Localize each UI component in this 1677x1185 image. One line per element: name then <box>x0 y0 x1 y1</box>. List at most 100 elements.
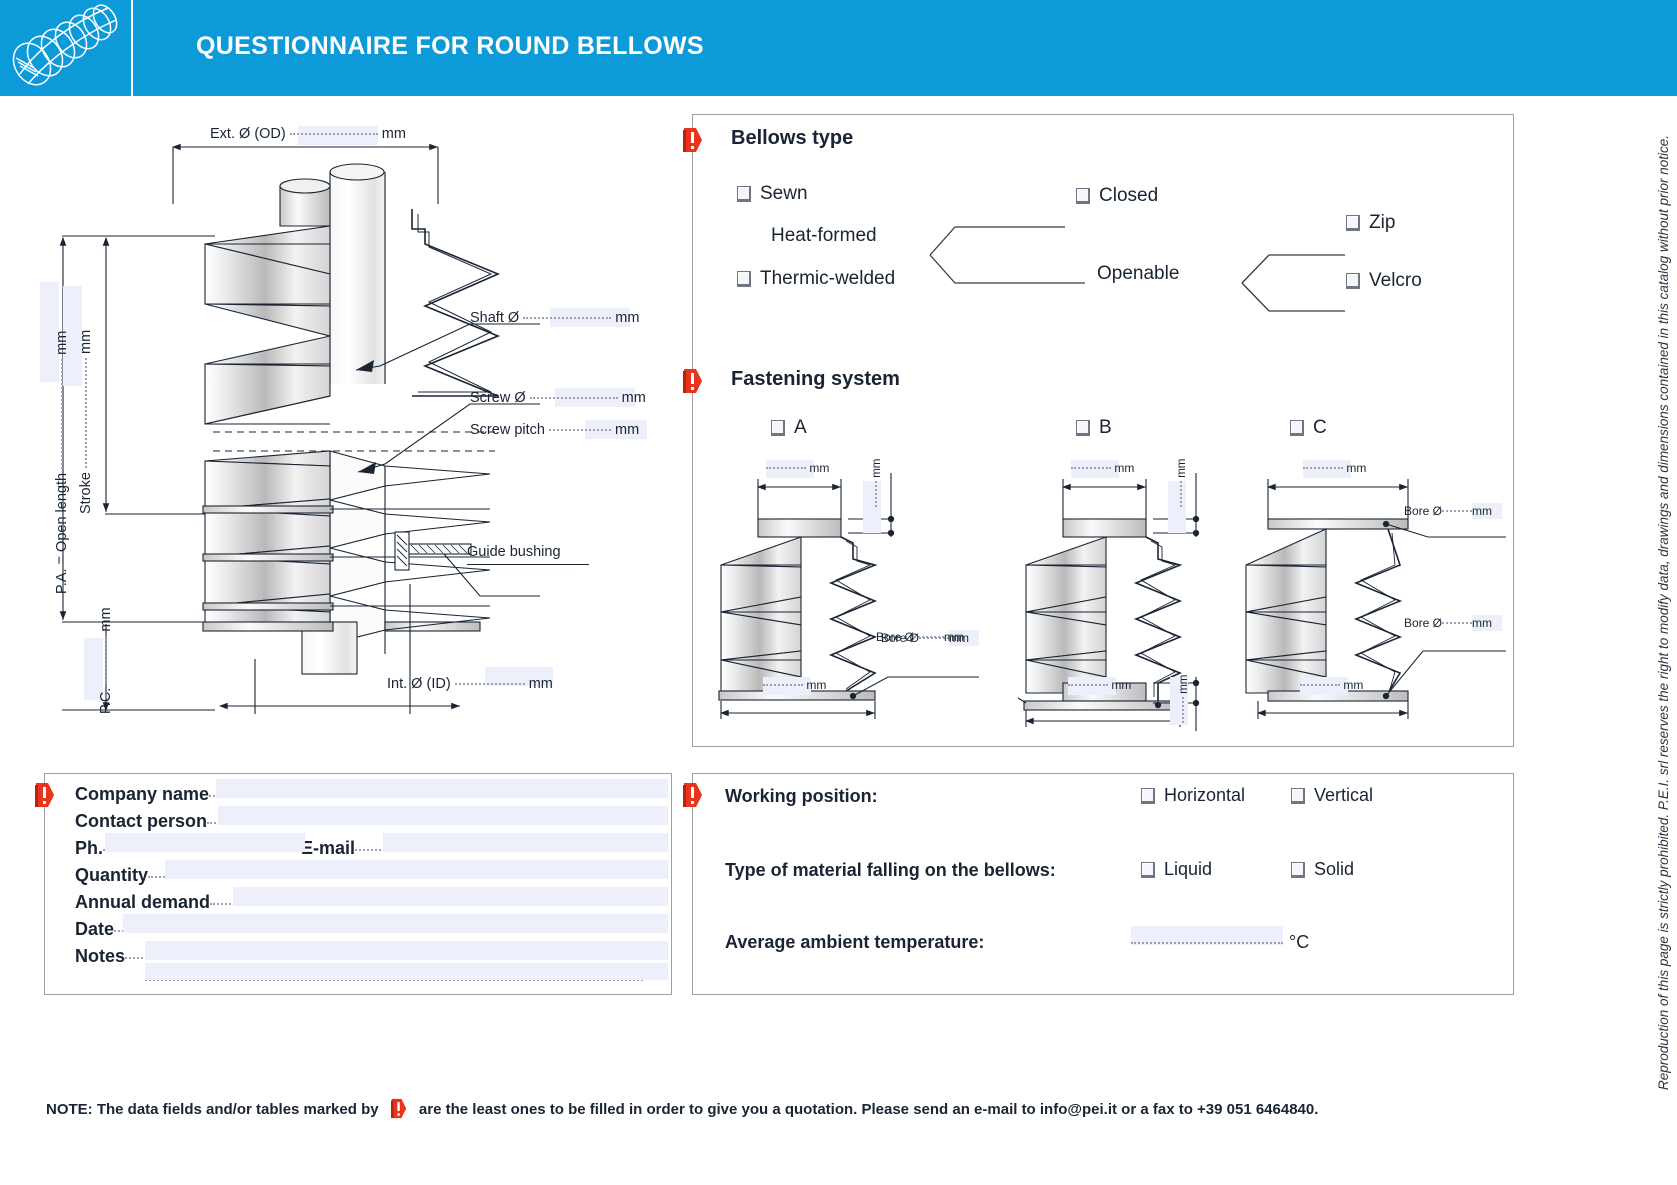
dotted-leader[interactable] <box>1300 684 1340 686</box>
dotted-leader[interactable] <box>1180 481 1182 507</box>
fastening-c-svg <box>1245 479 1506 719</box>
fastening-option-c[interactable]: C <box>1290 417 1327 439</box>
required-flag-icon <box>390 1098 406 1119</box>
guide-bushing-underline <box>467 564 589 565</box>
fastening-drawing-c: mm mm Bore Ømm Bore Ømm <box>1238 455 1528 725</box>
checkbox-zip[interactable] <box>1346 215 1360 231</box>
fill-contact-person[interactable] <box>218 806 668 825</box>
material-type-liquid[interactable]: Liquid <box>1141 859 1212 880</box>
dim-c-bottom: mm <box>1300 678 1363 692</box>
bellows-type-label-heat-formed: Heat-formed <box>771 225 877 246</box>
page-header: QUESTIONNAIRE FOR ROUND BELLOWS <box>0 0 1677 96</box>
fastening-option-b[interactable]: B <box>1076 417 1112 439</box>
dotted-leader[interactable] <box>875 481 877 507</box>
checkbox-sewn[interactable] <box>737 186 751 202</box>
checkbox-thermic-welded[interactable] <box>737 271 751 287</box>
dim-a-height: mm <box>871 459 883 507</box>
label-quantity: Quantity <box>75 865 149 885</box>
dotted-leader[interactable] <box>548 429 611 431</box>
fill-phone[interactable] <box>105 833 305 852</box>
footer-note: NOTE: The data fields and/or tables mark… <box>46 1098 1506 1119</box>
label-company-name: Company name <box>75 784 210 804</box>
fill-notes-2[interactable] <box>145 963 668 980</box>
checkbox-liquid[interactable] <box>1141 862 1155 878</box>
required-flag-icon <box>683 369 702 393</box>
dim-b-bottom-height: mm <box>1178 675 1190 723</box>
dim-c-width: mm <box>1303 461 1366 475</box>
dim-b-width: mm <box>1071 461 1134 475</box>
dotted-leader[interactable] <box>1442 622 1473 624</box>
material-type-solid[interactable]: Solid <box>1291 859 1354 880</box>
dim-label-guide-bushing: Guide bushing <box>467 544 561 560</box>
fill-company-name[interactable] <box>216 779 668 798</box>
dim-c-bore-bottom: Bore Ømm <box>1404 616 1493 630</box>
required-flag-icon <box>35 783 54 807</box>
fill-quantity[interactable] <box>165 860 668 879</box>
dotted-leader[interactable] <box>1442 510 1473 512</box>
contact-form-panel: Company name Contact person Ph. E-mail Qu… <box>35 773 672 995</box>
dotted-leader[interactable] <box>1071 467 1111 469</box>
label-contact-person: Contact person <box>75 811 208 831</box>
checkbox-fastening-a[interactable] <box>771 420 785 436</box>
dotted-leader[interactable] <box>289 133 378 135</box>
dotted-leader[interactable] <box>763 684 803 686</box>
dotted-leader[interactable] <box>529 397 618 399</box>
working-position-horizontal[interactable]: Horizontal <box>1141 785 1245 806</box>
checkbox-velcro[interactable] <box>1346 273 1360 289</box>
input-temperature[interactable] <box>1131 942 1283 944</box>
bellows-type-label-openable: Openable <box>1097 263 1180 284</box>
dotted-leader[interactable] <box>61 358 63 469</box>
dotted-leader[interactable] <box>105 635 107 684</box>
dotted-leader[interactable] <box>85 358 87 469</box>
dotted-leader[interactable] <box>1068 684 1108 686</box>
working-conditions-panel: Working position: Horizontal Vertical Ty… <box>683 773 1514 995</box>
label-working-position: Working position: <box>725 786 878 806</box>
checkbox-solid[interactable] <box>1291 862 1305 878</box>
label-date: Date <box>75 919 115 939</box>
dim-c-bore-top: Bore Ømm <box>1404 504 1493 518</box>
label-email: E-mail <box>301 838 356 858</box>
checkbox-horizontal[interactable] <box>1141 788 1155 804</box>
dim-b-bore: Bore Ømm <box>876 630 965 644</box>
dotted-leader[interactable] <box>766 467 806 469</box>
dim-a-bottom: mm <box>763 678 826 692</box>
bellows-type-option-sewn[interactable]: Sewn <box>737 183 808 205</box>
fill-date[interactable] <box>123 914 668 933</box>
dim-label-open-length: P.A. = Open length mm <box>54 330 70 594</box>
checkbox-closed[interactable] <box>1076 188 1090 204</box>
page-title: QUESTIONNAIRE FOR ROUND BELLOWS <box>196 32 704 60</box>
bellows-type-option-closed[interactable]: Closed <box>1076 185 1158 207</box>
dotted-leader[interactable] <box>914 636 945 638</box>
footer-note-part1: NOTE: The data fields and/or tables mark… <box>46 1101 379 1118</box>
dim-label-screw-pitch: Screw pitch mm <box>470 422 640 438</box>
label-temperature-unit: °C <box>1289 932 1310 952</box>
bellows-type-option-velcro[interactable]: Velcro <box>1346 270 1422 292</box>
footer-note-part2: are the least ones to be filled in order… <box>418 1101 1319 1118</box>
side-copyright-text: Reproduction of this page is strictly pr… <box>1656 135 1671 1090</box>
dotted-leader[interactable] <box>1303 467 1343 469</box>
bellows-type-option-zip[interactable]: Zip <box>1346 212 1395 234</box>
fastening-option-a[interactable]: A <box>771 417 807 439</box>
fill-email[interactable] <box>383 833 668 852</box>
dim-label-screw-dia: Screw Ø mm <box>470 390 646 406</box>
label-temperature: Average ambient temperature: <box>725 932 985 952</box>
checkbox-fastening-b[interactable] <box>1076 420 1090 436</box>
dim-label-od: Ext. Ø (OD) mm <box>210 126 406 142</box>
label-notes: Notes <box>75 946 126 966</box>
fastening-system-title: Fastening system <box>731 368 900 390</box>
dim-a-width: mm <box>766 461 829 475</box>
dim-label-stroke: Stroke mm <box>78 329 94 514</box>
dim-label-pc: P.C. mm <box>98 607 114 714</box>
label-material-type: Type of material falling on the bellows: <box>725 860 1056 880</box>
working-position-vertical[interactable]: Vertical <box>1291 785 1373 806</box>
dotted-leader[interactable] <box>523 317 612 319</box>
dotted-leader[interactable] <box>454 683 525 685</box>
checkbox-fastening-c[interactable] <box>1290 420 1304 436</box>
bellows-type-option-thermic-welded[interactable]: Thermic-welded <box>737 268 895 290</box>
dotted-leader[interactable] <box>1182 697 1184 723</box>
bellows-spec-panel: Bellows type Sewn Heat-formed Thermic-we… <box>683 114 1514 747</box>
checkbox-vertical[interactable] <box>1291 788 1305 804</box>
dim-label-id: Int. Ø (ID) mm <box>387 676 553 692</box>
fill-notes[interactable] <box>145 941 668 960</box>
fill-annual-demand[interactable] <box>233 887 668 906</box>
